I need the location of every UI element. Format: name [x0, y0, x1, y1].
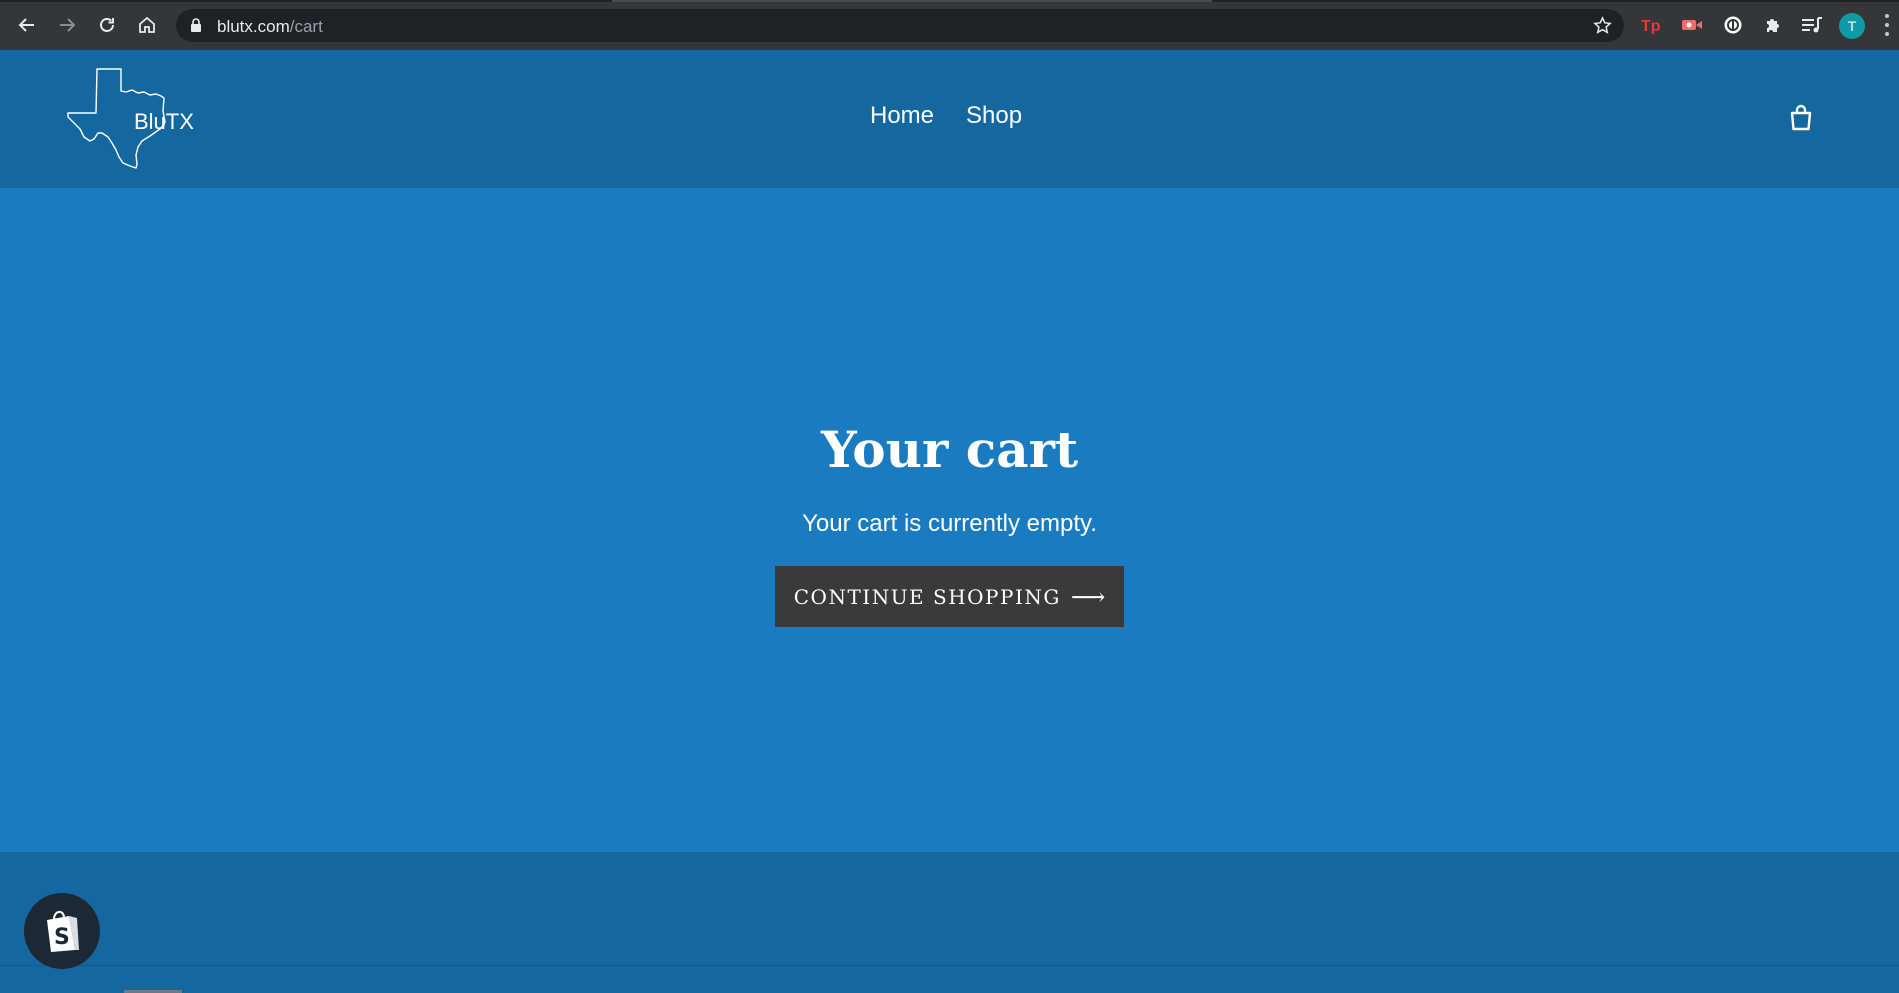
back-arrow-icon	[18, 18, 34, 32]
shopify-badge[interactable]: S	[24, 893, 100, 969]
logo-text[interactable]: BluTX	[134, 109, 194, 135]
cart-bag-icon[interactable]	[1788, 104, 1814, 132]
circle-extension-icon[interactable]	[1719, 11, 1747, 39]
site-header: BluTX Home Shop	[0, 50, 1899, 188]
nav-home-link[interactable]: Home	[870, 102, 934, 130]
home-icon	[139, 16, 155, 33]
address-bar[interactable]: blutx.com/cart	[176, 9, 1624, 42]
back-button[interactable]	[11, 9, 43, 41]
continue-shopping-label: CONTINUE SHOPPING	[793, 584, 1061, 609]
lock-icon	[191, 18, 201, 32]
tp-extension-icon[interactable]: Tp	[1638, 11, 1666, 39]
media-queue-icon[interactable]	[1798, 11, 1826, 39]
browser-toolbar: blutx.com/cart Tp T	[0, 0, 1899, 50]
forward-button[interactable]	[51, 9, 83, 41]
url-text: blutx.com/cart	[217, 17, 323, 36]
reload-button[interactable]	[91, 9, 123, 41]
shopify-bag-icon: S	[47, 911, 79, 952]
bookmark-star-icon[interactable]	[1593, 16, 1612, 35]
svg-text:S: S	[54, 925, 70, 950]
continue-shopping-button[interactable]: CONTINUE SHOPPING ⟶	[775, 566, 1124, 627]
empty-cart-message: Your cart is currently empty.	[802, 510, 1097, 537]
active-tab-highlight	[612, 0, 1212, 2]
profile-avatar[interactable]: T	[1839, 13, 1865, 39]
browser-menu-icon[interactable]	[1884, 14, 1890, 36]
cart-section: Your cart Your cart is currently empty. …	[0, 188, 1899, 852]
nav-shop-link[interactable]: Shop	[966, 102, 1022, 130]
tab-strip	[0, 0, 1899, 2]
reload-icon	[100, 18, 114, 32]
main-nav: Home Shop	[870, 102, 1022, 130]
right-arrow-icon: ⟶	[1070, 582, 1106, 611]
page-title: Your cart	[820, 420, 1079, 479]
footer-divider	[0, 965, 1899, 966]
video-extension-icon[interactable]	[1678, 11, 1706, 39]
site-footer	[0, 852, 1899, 993]
home-button[interactable]	[131, 9, 163, 41]
puzzle-icon[interactable]	[1759, 11, 1787, 39]
svg-text:Tp: Tp	[1641, 18, 1661, 34]
forward-arrow-icon	[60, 18, 76, 32]
